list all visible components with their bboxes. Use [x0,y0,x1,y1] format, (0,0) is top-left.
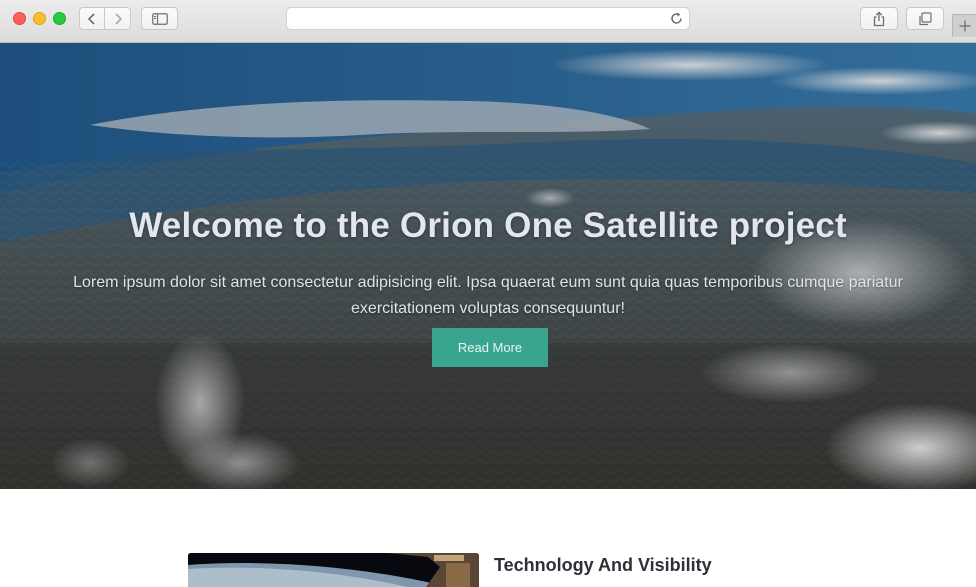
share-button[interactable] [860,7,898,30]
forward-button[interactable] [105,7,131,30]
hero-section: Welcome to the Orion One Satellite proje… [0,43,976,489]
reload-icon[interactable] [669,11,684,26]
show-tabs-button[interactable] [906,7,944,30]
section-title: Technology And Visibility [494,555,712,575]
back-button[interactable] [79,7,105,30]
minimize-window-button[interactable] [33,12,46,25]
share-icon [873,10,885,26]
tabs-icon [919,11,932,25]
satellite-thumbnail-image [188,553,479,587]
maximize-window-button[interactable] [53,12,66,25]
satellite-earth-icon [188,553,479,587]
address-bar[interactable] [286,7,690,30]
new-tab-button[interactable] [952,14,976,37]
chevron-left-icon [87,12,95,25]
close-window-button[interactable] [13,12,26,25]
read-more-button[interactable]: Read More [432,328,548,367]
sidebar-icon [151,12,168,25]
browser-toolbar [0,0,976,43]
hero-description: Lorem ipsum dolor sit amet consectetur a… [73,274,903,317]
chevron-right-icon [114,12,122,25]
hero-title: Welcome to the Orion One Satellite proje… [129,206,847,245]
plus-icon [959,20,970,32]
hero-overlay [0,43,976,489]
sidebar-toggle-button[interactable] [141,7,178,30]
